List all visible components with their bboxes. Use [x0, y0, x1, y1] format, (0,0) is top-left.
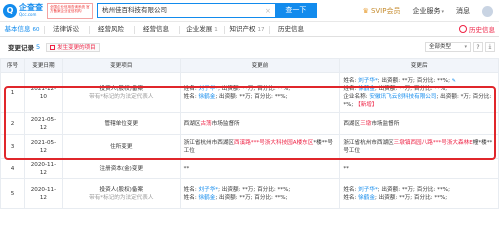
search-button[interactable]: 查一下	[274, 3, 317, 18]
cell-date: 2021-05-12	[23, 134, 63, 159]
cell-no: 2	[0, 112, 25, 135]
col-header-date: 变更日期	[23, 58, 63, 73]
col-header-item: 变更项目	[61, 58, 181, 73]
cell-after: 西湖区三墩市场监督所	[339, 112, 499, 135]
person-link[interactable]: 刘子华*	[358, 78, 378, 84]
table-row: 5 2020-11-12 投资人(股权)备案 带有*标记的为法定代表人 姓名: …	[0, 178, 499, 209]
cell-no: 1	[0, 72, 25, 113]
cell-item: 住所变更	[61, 134, 181, 159]
clear-icon[interactable]: ×	[265, 7, 271, 15]
table-row: 1 2021-12-10 投资人(股权)备案 带有*标记的为法定代表人 姓名: …	[0, 72, 499, 113]
person-link[interactable]: 徐鹤金	[358, 86, 375, 92]
cell-before: **	[179, 158, 341, 179]
cell-date: 2021-05-12	[23, 112, 63, 135]
person-link[interactable]: 徐鹤金	[199, 94, 216, 100]
person-link[interactable]: 刘子华*	[358, 187, 378, 193]
new-tag: 【新增】	[355, 101, 378, 108]
person-link[interactable]: 刘子华*	[199, 187, 219, 193]
cell-after: 浙江省杭州市西湖区三墩镇西园八路***号浙大森林E幢*楼**号工位	[339, 134, 499, 159]
download-icon[interactable]: ⤓	[485, 42, 495, 52]
checkbox-icon	[50, 44, 56, 50]
tab-ip[interactable]: 知识产权 17	[225, 23, 269, 37]
cell-no: 4	[0, 158, 25, 179]
cell-item: 投资人(股权)备案 带有*标记的为法定代表人	[61, 178, 181, 209]
section-header: 变更记录 5 发生变更的项目 全部类型 ▾ ? ⤓	[0, 40, 499, 54]
tab-operations[interactable]: 经营信息	[135, 23, 179, 37]
company-link[interactable]: 安徽讯飞云创科技有限公司	[369, 94, 436, 100]
history-link[interactable]: 历史信息	[459, 24, 495, 34]
table-row: 2 2021-05-12 管辖单位变更 西湖区古荡市场监督所 西湖区三墩市场监督…	[0, 112, 499, 135]
certification-badge: 全国企业信用查询系统 官方备案企业征信机构	[47, 2, 93, 19]
crown-icon: ♛	[362, 7, 369, 15]
person-link[interactable]: 徐鹤金	[199, 195, 216, 201]
nav-messages[interactable]: 消息	[456, 6, 470, 16]
col-header-no: 序号	[0, 58, 25, 73]
history-icon	[459, 25, 467, 33]
cell-before: 姓名: 刘子华*; 出资额: **万; 百分比: **%; 姓名: 徐鹤金; 出…	[179, 72, 341, 113]
table-row: 4 2020-11-12 注册资本(金)变更 ** **	[0, 158, 499, 179]
tab-risk[interactable]: 经营风险	[90, 23, 134, 37]
top-nav: ♛ SVIP会员 企业服务▾ 消息	[363, 0, 499, 22]
chevron-down-icon: ▾	[464, 44, 467, 50]
qcc-logo-icon: Q	[3, 3, 17, 18]
svip-label: SVIP会员	[370, 7, 401, 15]
edit-icon[interactable]: ✎	[452, 78, 456, 84]
chevron-down-icon: ▾	[441, 9, 444, 15]
tab-legal[interactable]: 法律诉讼	[45, 23, 89, 37]
cell-after: 姓名: 刘子华*; 出资额: **万; 百分比: **%; ✎ 姓名: 徐鹤金;…	[339, 72, 499, 113]
tab-development[interactable]: 企业发展 1	[180, 23, 224, 37]
logo-main: 企查查	[19, 3, 43, 12]
table-header-row: 序号 变更日期 变更项目 变更前 变更后	[0, 58, 499, 73]
cell-item: 投资人(股权)备案 带有*标记的为法定代表人	[61, 72, 181, 113]
avatar[interactable]	[482, 5, 493, 17]
cell-date: 2021-12-10	[23, 72, 63, 113]
col-header-after: 变更后	[339, 58, 499, 73]
main-tabs: 基本信息 60 法律诉讼 经营风险 经营信息 企业发展 1 知识产权 17 历史信息 …	[0, 23, 499, 37]
svip-link[interactable]: ♛ SVIP会员	[363, 6, 401, 16]
person-link[interactable]: 徐鹤金	[358, 195, 375, 201]
cell-date: 2020-11-12	[23, 158, 63, 179]
cell-item: 管辖单位变更	[61, 112, 181, 135]
cell-before: 西湖区古荡市场监督所	[179, 112, 341, 135]
cell-no: 5	[0, 178, 25, 209]
cell-no: 3	[0, 134, 25, 159]
section-count: 5	[36, 43, 41, 51]
person-link[interactable]: 刘子华*	[199, 86, 219, 92]
section-title: 变更记录	[8, 44, 34, 52]
cell-date: 2020-11-12	[23, 178, 63, 209]
nav-enterprise-services[interactable]: 企业服务▾	[412, 6, 444, 16]
cell-item: 注册资本(金)变更	[61, 158, 181, 179]
legal-rep-note: 带有*标记的为法定代表人	[89, 194, 154, 201]
col-header-before: 变更前	[179, 58, 341, 73]
legal-rep-note: 带有*标记的为法定代表人	[89, 93, 154, 100]
logo-sub: Qcc.com	[19, 12, 37, 17]
changed-items-filter[interactable]: 发生变更的项目	[46, 42, 100, 52]
change-record-table: 序号 变更日期 变更项目 变更前 变更后 1 2021-12-10 投资人(股权…	[0, 58, 499, 209]
cell-after: **	[339, 158, 499, 179]
table-row: 3 2021-05-12 住所变更 浙江省杭州市西湖区西溪路***号浙大科技园A…	[0, 134, 499, 159]
type-select[interactable]: 全部类型 ▾	[425, 42, 471, 52]
tab-basic-info[interactable]: 基本信息 60	[0, 23, 44, 37]
cell-after: 姓名: 刘子华*; 出资额: **万; 百分比: **%; 姓名: 徐鹤金; 出…	[339, 178, 499, 209]
help-icon[interactable]: ?	[473, 42, 483, 52]
tab-history[interactable]: 历史信息	[270, 23, 314, 37]
top-bar: Q 企查查 Qcc.com 全国企业信用查询系统 官方备案企业征信机构 杭州佳百…	[0, 0, 499, 22]
cell-before: 浙江省杭州市西湖区西溪路***号浙大科技园A楼东区*楼**号工位	[179, 134, 341, 159]
search-input[interactable]: 杭州佳百科技有限公司	[97, 3, 277, 18]
site-logo[interactable]: Q 企查查 Qcc.com	[3, 3, 43, 18]
cell-before: 姓名: 刘子华*; 出资额: **万; 百分比: **%; 姓名: 徐鹤金; 出…	[179, 178, 341, 209]
search-bar: 杭州佳百科技有限公司 × 查一下	[97, 3, 317, 18]
